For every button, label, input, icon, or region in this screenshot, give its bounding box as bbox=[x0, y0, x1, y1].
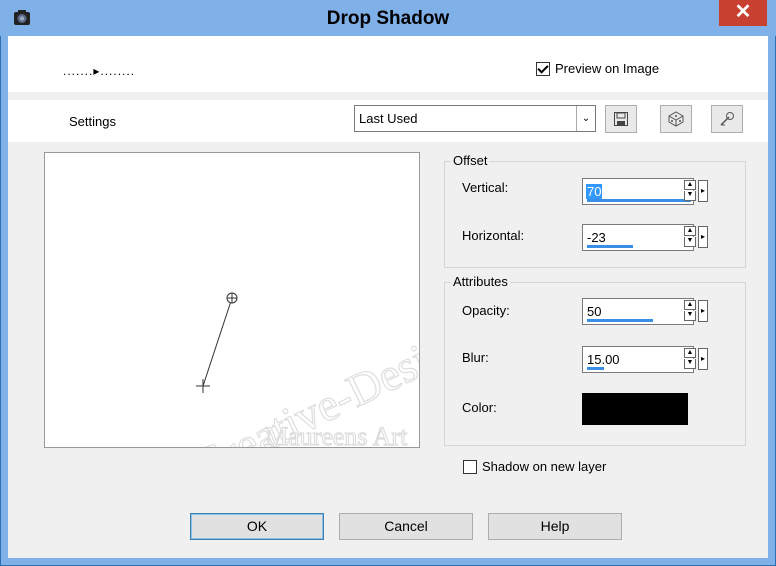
spin-up-icon[interactable]: ▲ bbox=[684, 348, 696, 358]
top-row: .......▸........ Preview on Image bbox=[8, 36, 768, 92]
vertical-label: Vertical: bbox=[462, 180, 509, 195]
chevron-down-icon[interactable]: ⌄ bbox=[576, 106, 595, 131]
settings-selected-value: Last Used bbox=[359, 111, 418, 126]
slider-popout-icon[interactable]: ▸ bbox=[698, 226, 708, 248]
preview-on-image-checkbox[interactable] bbox=[536, 62, 550, 76]
spin-up-icon[interactable]: ▲ bbox=[684, 226, 696, 236]
shadow-on-new-layer-label: Shadow on new layer bbox=[482, 459, 607, 474]
opacity-label: Opacity: bbox=[462, 303, 510, 318]
save-preset-button[interactable] bbox=[605, 105, 637, 133]
shadow-offset-control[interactable]: Creative-Designs Maureens Art bbox=[45, 153, 495, 492]
reset-icon bbox=[720, 112, 734, 126]
settings-row: Settings Last Used ⌄ bbox=[8, 100, 768, 142]
preview-on-image-label: Preview on Image bbox=[555, 61, 660, 76]
opacity-slider-bar[interactable] bbox=[587, 319, 653, 322]
crosshair-icon[interactable] bbox=[196, 379, 210, 393]
shadow-on-new-layer-checkbox[interactable] bbox=[463, 460, 477, 474]
opacity-stepper[interactable]: ▲ ▼ ▸ bbox=[684, 300, 708, 322]
horizontal-value: -23 bbox=[587, 230, 606, 245]
preview-canvas[interactable]: Creative-Designs Maureens Art bbox=[44, 152, 495, 492]
spin-up-icon[interactable]: ▲ bbox=[684, 180, 696, 190]
spin-down-icon[interactable]: ▼ bbox=[684, 237, 696, 247]
attributes-group-title: Attributes bbox=[451, 274, 510, 289]
cancel-button[interactable]: Cancel bbox=[339, 513, 473, 540]
opacity-value: 50 bbox=[587, 304, 602, 319]
dice-icon bbox=[668, 111, 684, 127]
watermark-line2: Maureens Art bbox=[265, 422, 408, 447]
slider-popout-icon[interactable]: ▸ bbox=[698, 300, 708, 322]
help-button[interactable]: Help bbox=[488, 513, 622, 540]
vertical-slider-bar[interactable] bbox=[587, 199, 691, 202]
title-bar[interactable]: Drop Shadow ✕ bbox=[0, 0, 776, 36]
horizontal-slider-bar[interactable] bbox=[587, 245, 633, 248]
vertical-input[interactable]: 70 bbox=[582, 178, 694, 205]
randomize-button[interactable] bbox=[660, 105, 692, 133]
reset-button[interactable] bbox=[711, 105, 743, 133]
settings-dropdown[interactable]: Last Used ⌄ bbox=[354, 105, 596, 132]
save-icon bbox=[614, 112, 628, 126]
spin-up-icon[interactable]: ▲ bbox=[684, 300, 696, 310]
horizontal-stepper[interactable]: ▲ ▼ ▸ bbox=[684, 226, 708, 248]
ok-button[interactable]: OK bbox=[190, 513, 324, 540]
vertical-value: 70 bbox=[586, 184, 603, 199]
opacity-input[interactable]: 50 bbox=[582, 298, 694, 325]
settings-label: Settings bbox=[69, 114, 116, 129]
blur-input[interactable]: 15.00 bbox=[582, 346, 694, 373]
navigation-expand-icon[interactable]: .......▸........ bbox=[63, 64, 135, 78]
color-swatch[interactable] bbox=[582, 393, 688, 425]
spin-down-icon[interactable]: ▼ bbox=[684, 359, 696, 369]
blur-slider-bar[interactable] bbox=[587, 367, 604, 370]
offset-group-title: Offset bbox=[451, 153, 490, 168]
vertical-stepper[interactable]: ▲ ▼ ▸ bbox=[684, 180, 708, 202]
horizontal-label: Horizontal: bbox=[462, 228, 525, 243]
blur-value: 15.00 bbox=[587, 352, 620, 367]
offset-line bbox=[202, 297, 233, 387]
slider-popout-icon[interactable]: ▸ bbox=[698, 180, 708, 202]
horizontal-input[interactable]: -23 bbox=[582, 224, 694, 251]
offset-handle-icon[interactable] bbox=[226, 292, 238, 304]
slider-popout-icon[interactable]: ▸ bbox=[698, 348, 708, 370]
spin-down-icon[interactable]: ▼ bbox=[684, 191, 696, 201]
color-label: Color: bbox=[462, 400, 497, 415]
window-title: Drop Shadow bbox=[326, 8, 450, 29]
close-icon: ✕ bbox=[734, 1, 752, 23]
dialog-client: .......▸........ Preview on Image Settin… bbox=[8, 36, 768, 558]
close-button[interactable]: ✕ bbox=[719, 0, 767, 26]
blur-stepper[interactable]: ▲ ▼ ▸ bbox=[684, 348, 708, 370]
spin-down-icon[interactable]: ▼ bbox=[684, 311, 696, 321]
blur-label: Blur: bbox=[462, 350, 489, 365]
